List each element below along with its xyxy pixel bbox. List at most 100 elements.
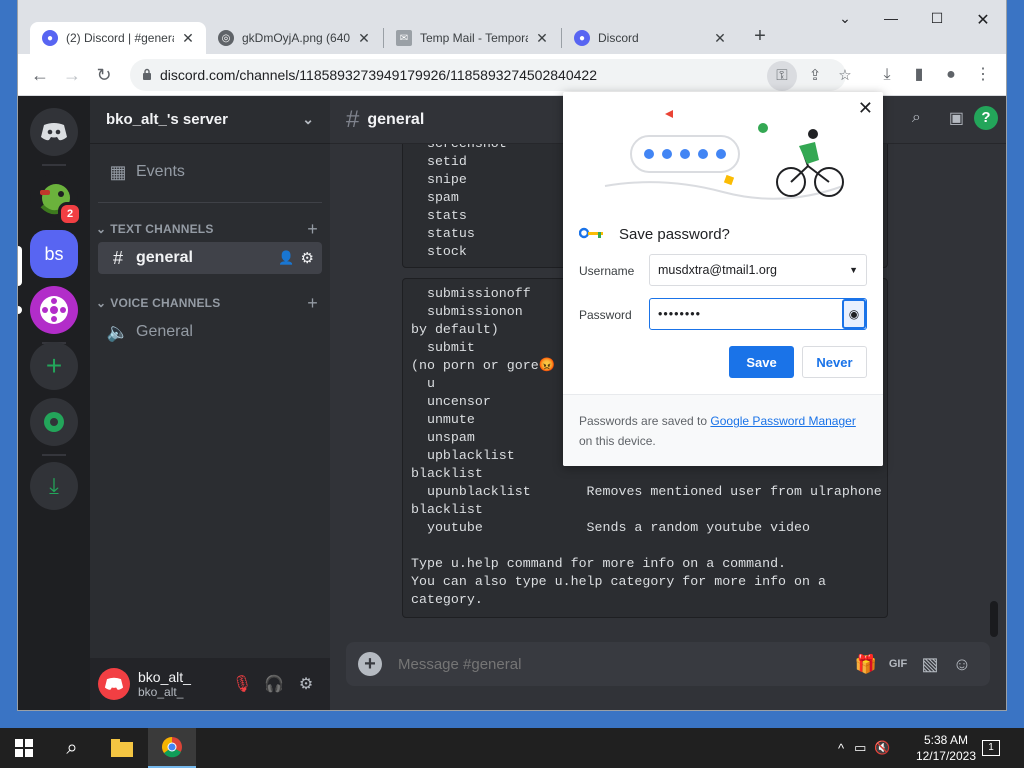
never-button[interactable]: Never: [802, 346, 867, 378]
show-password-eye-icon[interactable]: ◉: [842, 299, 866, 329]
dialog-title: Save password?: [619, 226, 730, 243]
file-explorer-icon[interactable]: [98, 728, 146, 768]
explore-compass-icon[interactable]: [30, 398, 78, 446]
server-initials: bs: [44, 243, 64, 264]
username-select[interactable]: musdxtra@tmail1.org ▼: [649, 254, 867, 286]
bookmark-star-icon[interactable]: ☆: [834, 65, 856, 87]
voice-channels-category[interactable]: ⌄ VOICE CHANNELS +: [92, 293, 322, 314]
server-header[interactable]: bko_alt_'s server ⌄: [90, 96, 330, 144]
clock-date: 12/17/2023: [915, 749, 976, 763]
clock[interactable]: 5:38 AM 12/17/2023: [916, 732, 976, 764]
server-pvz-icon[interactable]: 2: [30, 174, 82, 226]
gear-icon[interactable]: ⚙: [301, 249, 314, 267]
forward-button[interactable]: →: [60, 64, 84, 86]
address-bar[interactable]: discord.com/channels/1185893273949179926…: [130, 59, 852, 91]
channel-label: General: [136, 323, 193, 340]
mention-badge: 2: [58, 202, 82, 226]
add-attachment-button[interactable]: +: [358, 652, 382, 676]
chevron-up-icon[interactable]: ^: [838, 741, 844, 756]
browser-window: ● (2) Discord | #general | bko_alt_'s se…: [18, 0, 1006, 710]
create-channel-icon[interactable]: +: [307, 293, 318, 314]
create-channel-icon[interactable]: +: [307, 219, 318, 240]
inbox-icon[interactable]: ▣: [949, 108, 964, 128]
channel-general[interactable]: # general 👤 ⚙: [98, 242, 322, 274]
password-value: ••••••••: [658, 307, 702, 321]
password-manager-link[interactable]: Google Password Manager: [710, 414, 855, 428]
network-icon[interactable]: ▭: [854, 740, 866, 756]
server-bs-icon[interactable]: bs: [30, 230, 78, 278]
headphones-icon[interactable]: 🎧: [258, 668, 290, 700]
avatar[interactable]: [98, 668, 130, 700]
events-item[interactable]: ▦ Events: [98, 156, 322, 188]
emoji-icon[interactable]: ☺: [946, 648, 978, 680]
menu-kebab-icon[interactable]: ⋮: [972, 64, 994, 86]
server-film-icon[interactable]: [30, 286, 78, 334]
invite-user-icon[interactable]: 👤: [278, 250, 294, 266]
user-settings-gear-icon[interactable]: ⚙: [290, 668, 322, 700]
gif-icon[interactable]: GIF: [882, 648, 914, 680]
unread-pill: [18, 306, 22, 314]
code-text: screenshot setid snipe spam stats status…: [426, 144, 507, 259]
back-button[interactable]: ←: [28, 64, 52, 86]
download-icon[interactable]: ⤓: [876, 64, 898, 86]
side-panel-icon[interactable]: ▮: [908, 64, 930, 86]
start-windows-icon[interactable]: [0, 728, 48, 768]
user-panel: bko_alt_ bko_alt_ 🎙 🎧 ⚙: [90, 658, 330, 710]
tab-discord[interactable]: ● Discord ✕: [562, 22, 738, 54]
tab-discord-general[interactable]: ● (2) Discord | #general | bko_alt_'s se…: [30, 22, 206, 54]
chrome-icon[interactable]: [148, 728, 196, 768]
voice-channel-general[interactable]: 🔈 General: [98, 316, 322, 348]
volume-muted-icon[interactable]: 🔇: [874, 740, 890, 756]
discord-home-icon[interactable]: [30, 108, 78, 156]
user-username: bko_alt_: [138, 685, 184, 699]
message-input[interactable]: [398, 655, 850, 673]
notifications-button[interactable]: 1: [982, 728, 1000, 768]
maximize-button[interactable]: ☐: [914, 10, 960, 27]
selected-pill: [18, 246, 22, 286]
password-field[interactable]: •••••••• ◉: [649, 298, 867, 330]
tab-temp-mail[interactable]: ✉ Temp Mail - Temporary ✕: [384, 22, 560, 54]
gift-icon[interactable]: 🎁: [850, 648, 882, 680]
password-illustration: [604, 110, 844, 200]
mute-mic-icon[interactable]: 🎙: [226, 668, 258, 700]
tab-image[interactable]: ◎ gkDmOyjA.png (640× ✕: [206, 22, 382, 54]
user-names[interactable]: bko_alt_ bko_alt_: [138, 669, 226, 699]
mail-icon: ✉: [396, 30, 412, 46]
category-label: TEXT CHANNELS: [110, 222, 214, 236]
sticker-icon[interactable]: ▧: [914, 648, 946, 680]
download-apps-icon[interactable]: ⤓: [30, 462, 78, 510]
text-channels-category[interactable]: ⌄ TEXT CHANNELS +: [92, 219, 322, 240]
new-tab-button[interactable]: +: [748, 24, 772, 48]
save-button[interactable]: Save: [729, 346, 794, 378]
close-tab-icon[interactable]: ✕: [534, 30, 550, 47]
channel-sidebar: bko_alt_'s server ⌄ ▦ Events ⌄ TEXT CHAN…: [90, 96, 330, 710]
reload-button[interactable]: ↻: [92, 64, 116, 86]
add-server-icon[interactable]: +: [30, 342, 78, 390]
search-icon[interactable]: ⌕: [48, 728, 96, 768]
server-name: bko_alt_'s server: [106, 111, 228, 128]
key-icon[interactable]: ⚿: [767, 61, 797, 91]
minimize-button[interactable]: —: [868, 10, 914, 26]
close-tab-icon[interactable]: ✕: [712, 30, 728, 47]
chevron-down-icon: ⌄: [302, 111, 314, 127]
tab-title: Temp Mail - Temporary: [420, 31, 528, 45]
key-icon: [579, 227, 603, 239]
tab-search-icon[interactable]: ⌄: [822, 10, 868, 27]
scrollbar[interactable]: [990, 601, 998, 637]
footer-text: on this device.: [579, 434, 656, 448]
password-label: Password: [579, 308, 632, 322]
url-text: discord.com/channels/1185893273949179926…: [160, 67, 597, 83]
chevron-down-icon: ⌄: [96, 222, 107, 236]
calendar-icon: ▦: [109, 161, 127, 182]
close-window-button[interactable]: ✕: [960, 10, 1006, 30]
close-tab-icon[interactable]: ✕: [356, 30, 372, 47]
tab-title: gkDmOyjA.png (640×: [242, 31, 350, 45]
dropdown-arrow-icon: ▼: [849, 265, 858, 275]
speaker-icon: 🔈: [106, 321, 130, 342]
profile-icon[interactable]: ●: [940, 64, 962, 86]
help-icon[interactable]: ?: [974, 106, 998, 130]
share-icon[interactable]: ⇪: [804, 65, 826, 87]
search-icon[interactable]: ⌕: [912, 109, 921, 127]
close-tab-icon[interactable]: ✕: [180, 30, 196, 47]
close-icon[interactable]: ✕: [858, 98, 873, 119]
